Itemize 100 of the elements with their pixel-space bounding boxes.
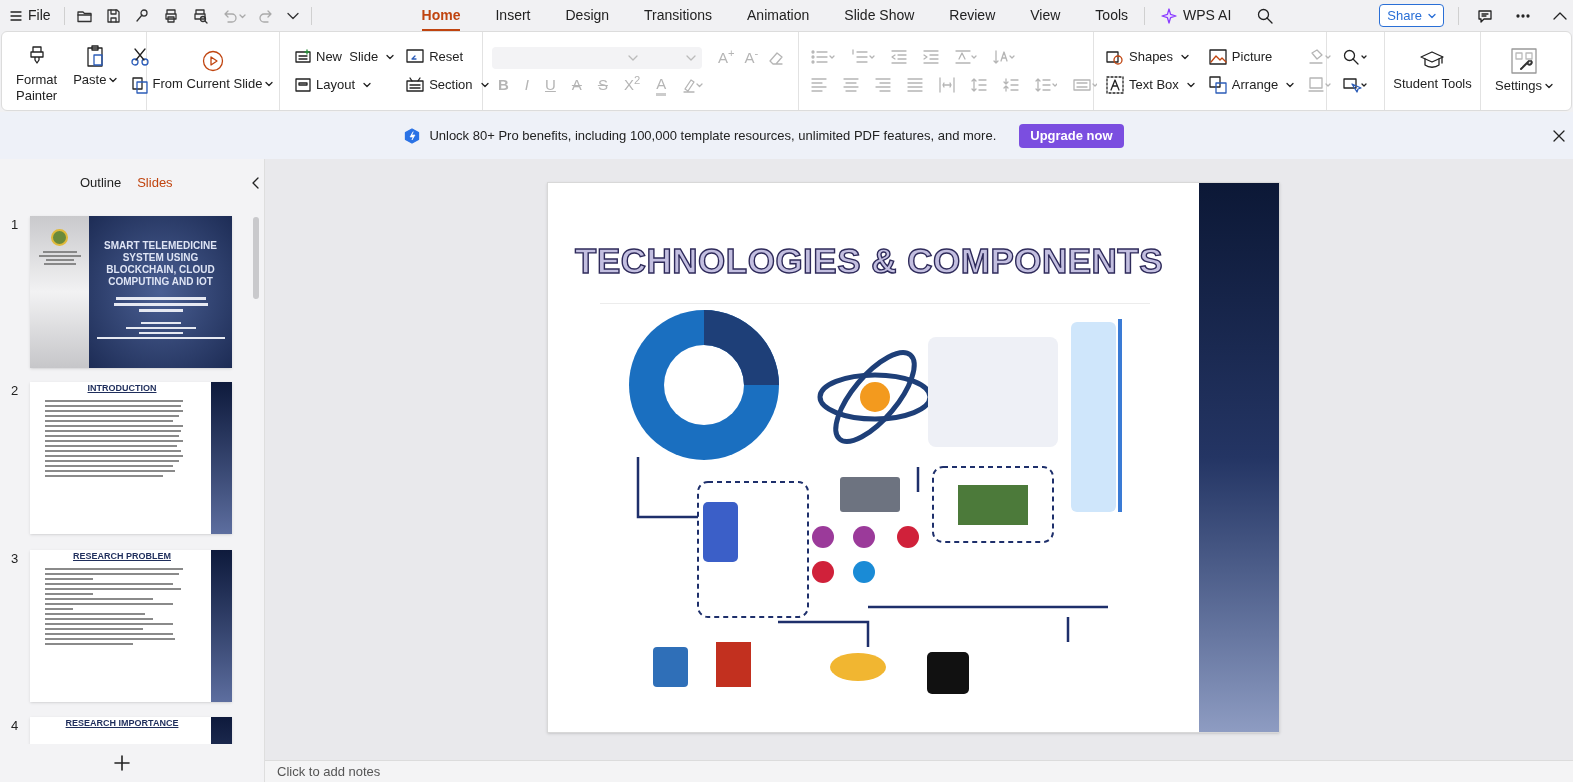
eraser-icon[interactable] <box>768 50 785 65</box>
font-field[interactable] <box>492 46 644 69</box>
ribbon-button[interactable]: Arrange <box>1208 73 1295 97</box>
text-line <box>45 608 73 610</box>
shapes-icon <box>1106 49 1124 65</box>
save-icon[interactable] <box>104 7 122 24</box>
align-center-icon[interactable] <box>843 77 859 93</box>
panel-tab[interactable]: Slides <box>137 173 173 193</box>
ribbon-tab[interactable]: Transitions <box>644 0 713 31</box>
line-height-icon[interactable] <box>1035 77 1057 93</box>
ribbon-tab[interactable]: Animation <box>747 0 810 31</box>
scissors-icon[interactable] <box>131 48 150 66</box>
ribbon-tab[interactable]: Tools <box>1095 0 1129 31</box>
ribbon-button[interactable]: Settings <box>1491 48 1557 94</box>
indent-icon[interactable] <box>923 49 939 65</box>
search-icon[interactable] <box>1257 7 1274 24</box>
caret-icon <box>1428 12 1436 19</box>
text-align-box-icon[interactable] <box>1073 77 1097 93</box>
outline-icon[interactable] <box>1308 77 1333 93</box>
ribbon-tab[interactable]: Slide Show <box>844 0 915 31</box>
distribute-icon[interactable] <box>939 77 955 93</box>
picture-icon <box>1208 49 1227 65</box>
more-icon[interactable] <box>1515 12 1531 19</box>
outdent-icon[interactable] <box>891 49 907 65</box>
spacing-increase-icon[interactable] <box>971 77 987 93</box>
slide-thumbnail[interactable]: INTRODUCTION <box>30 382 232 534</box>
close-icon[interactable] <box>1553 130 1565 142</box>
caret-icon <box>1181 54 1190 60</box>
ribbon-button[interactable]: Student Tools <box>1389 50 1476 92</box>
text-line <box>138 309 183 312</box>
align-right-icon[interactable] <box>875 77 891 93</box>
ribbon-button[interactable]: Shapes <box>1106 45 1195 69</box>
ribbon-button[interactable]: Text Box <box>1106 73 1195 97</box>
slide-number: 2 <box>10 382 20 400</box>
notes-field[interactable]: Click to add notes <box>277 761 381 782</box>
ribbon-button[interactable]: New Slide <box>295 45 395 69</box>
chevron-down-icon[interactable] <box>286 11 299 20</box>
ai-button[interactable]: WPS AI <box>1161 5 1232 26</box>
ribbon-button[interactable]: Reset <box>406 45 489 69</box>
reset-icon <box>406 49 425 65</box>
thumbnail-title: RESEARCH PROBLEM <box>73 550 171 562</box>
scrollbar[interactable] <box>253 217 259 299</box>
slide-thumbnail[interactable]: RESEARCH IMPORTANCE <box>30 717 232 744</box>
copy-icon[interactable] <box>131 76 150 94</box>
ribbon-button[interactable]: From Current Slide <box>148 50 278 92</box>
panel-tab[interactable]: Outline <box>80 173 122 193</box>
select-icon[interactable] <box>1342 77 1369 93</box>
thumbnail-title: INTRODUCTION <box>87 382 157 394</box>
caret-icon <box>109 77 118 83</box>
arrange-icon <box>1208 76 1227 94</box>
caret-icon <box>363 82 372 88</box>
caret-icon <box>1286 82 1295 88</box>
align-left-icon[interactable] <box>811 77 827 93</box>
ribbon-button[interactable]: Section <box>406 73 489 97</box>
menu-icon <box>10 10 22 21</box>
comment-icon[interactable] <box>1477 7 1493 24</box>
upgrade-button[interactable]: Upgrade now <box>1019 123 1124 148</box>
ribbon-tab[interactable]: Review <box>949 0 996 31</box>
thumbnail-title: SMART TELEMEDICINE SYSTEM USING BLOCKCHAIN, CLOUD COMPUTING AND IOT <box>103 240 218 288</box>
text-line <box>38 255 81 257</box>
highlighter-icon[interactable] <box>682 77 705 93</box>
print-preview-icon[interactable] <box>191 7 209 24</box>
text-line <box>45 578 93 580</box>
play-icon <box>202 50 224 72</box>
font-size-field[interactable] <box>644 46 702 69</box>
find-icon[interactable] <box>1342 49 1369 65</box>
text-direction-icon[interactable] <box>955 49 977 65</box>
ribbon-button[interactable]: Format Painter <box>12 44 62 104</box>
caret-icon <box>265 81 274 87</box>
caret-icon <box>1545 83 1553 89</box>
banner-message: Unlock 80+ Pro benefits, including 100,000 template resources, unlimited PDF features, and more. <box>429 126 997 145</box>
justify-icon[interactable] <box>907 77 923 93</box>
share-button[interactable]: Share <box>1379 4 1444 27</box>
slide-number: 1 <box>10 216 20 234</box>
caret-icon <box>386 54 395 60</box>
text-line <box>42 251 77 253</box>
collapse-icon[interactable] <box>1553 11 1567 20</box>
ribbon-tab[interactable]: Insert <box>495 0 531 31</box>
chevron-down-icon <box>686 54 696 61</box>
line-spacing-icon[interactable] <box>993 49 1015 65</box>
text-line <box>140 322 181 324</box>
ribbon-tab[interactable]: View <box>1030 0 1061 31</box>
collapse-left-icon[interactable] <box>250 177 259 189</box>
layout-icon <box>295 77 311 93</box>
numbered-list-icon[interactable] <box>851 49 875 65</box>
file-menu[interactable]: File <box>8 5 53 26</box>
ribbon-button[interactable]: Layout <box>295 73 395 97</box>
pro-badge-icon <box>404 127 421 144</box>
ribbon-tab[interactable]: Design <box>565 0 610 31</box>
slide-title: TECHNOLOGIES & COMPONENTS <box>575 240 1165 282</box>
text-line <box>45 593 93 595</box>
section-icon <box>406 77 425 93</box>
add-icon[interactable] <box>114 755 130 771</box>
fill-icon[interactable] <box>1308 49 1333 65</box>
ribbon-button[interactable]: Picture <box>1208 45 1295 69</box>
ribbon-button[interactable]: Paste <box>69 44 122 88</box>
slide-thumbnail[interactable]: RESEARCH PROBLEM <box>30 550 232 702</box>
bullet-list-icon[interactable] <box>811 49 835 65</box>
spacing-decrease-icon[interactable] <box>1003 77 1019 93</box>
print-icon[interactable] <box>162 7 180 24</box>
